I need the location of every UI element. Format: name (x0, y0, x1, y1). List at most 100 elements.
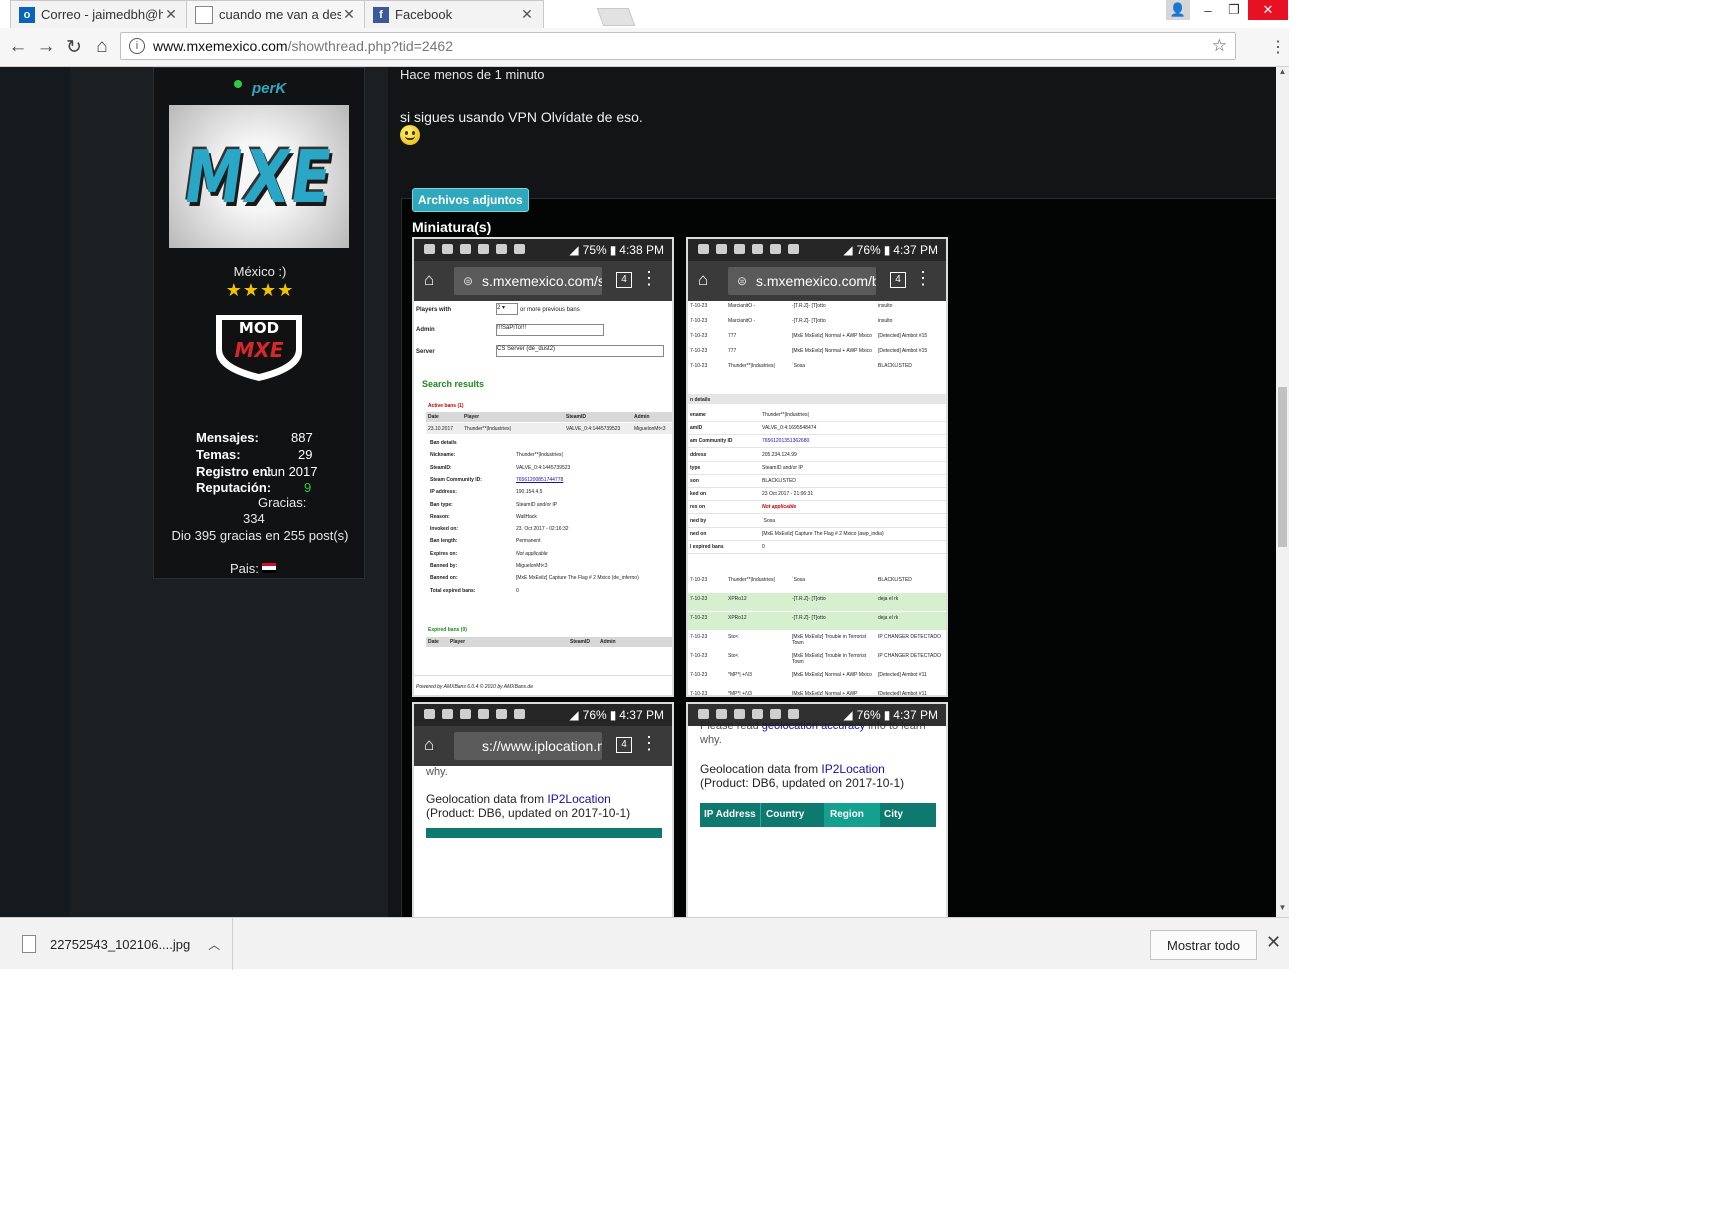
tab-facebook[interactable]: f Facebook ✕ (364, 0, 544, 28)
detail-value: BLACKLISTED (762, 478, 796, 484)
menu-icon: ⋮ (640, 733, 658, 753)
minimize-icon[interactable]: – (1196, 0, 1220, 20)
detail-label: Ban type: (430, 501, 453, 508)
reload-icon[interactable]: ↻ (62, 35, 86, 59)
row-date: 7-10-23 (690, 577, 708, 583)
mobile-url: ⊜ s.mxemexico.com/sea (454, 267, 602, 295)
row-admin: -[T.R.Z]- [T]otto (792, 596, 826, 602)
battery-level: 76% (856, 243, 881, 257)
username-link[interactable]: perK (252, 80, 286, 97)
show-all-button[interactable]: Mostrar todo (1150, 930, 1257, 960)
row-player: Sto< (728, 634, 739, 640)
details-header (688, 394, 946, 404)
address-bar[interactable]: i www.mxemexico.com/showthread.php?tid=2… (120, 32, 1236, 60)
battery-level: 76% (582, 708, 607, 722)
chevron-up-icon[interactable]: ︿ (208, 936, 220, 953)
user-avatar[interactable]: MXE (169, 105, 349, 248)
close-tab-icon[interactable]: ✕ (519, 6, 535, 23)
divider (414, 675, 672, 676)
row-player: 777 (728, 333, 737, 339)
row-date: 7-10-23 (690, 691, 708, 697)
scroll-up-icon[interactable]: ▲ (1276, 67, 1289, 76)
details-title: n details (690, 397, 711, 403)
geo-source-line: Geolocation data from IP2Location (426, 792, 611, 806)
tab-outlook[interactable]: o Correo - jaimedbh@hotm ✕ (10, 0, 188, 28)
attachment-thumbnail[interactable]: ◢ 76% ▮ 4:37 PM ⌂ ⊜ s.mxemexico.com/ban 4… (686, 237, 948, 697)
row-reason: IP CHANGER DETECTADO (878, 634, 941, 640)
forward-icon[interactable]: → (34, 35, 58, 59)
mobile-chrome-bar: ⌂ ⊜ s.mxemexico.com/sea 4 ⋮ (414, 261, 672, 301)
tab-thread[interactable]: cuando me van a desban ✕ (186, 0, 366, 28)
browser-toolbar: ← → ↻ ⌂ i www.mxemexico.com/showthread.p… (0, 28, 1289, 67)
stat-value-reputation[interactable]: 9 (304, 480, 311, 495)
detail-row (688, 488, 946, 502)
admin-select: !!!SaPiTo!!! (496, 324, 604, 336)
thanks-value: 334 (243, 511, 265, 526)
stat-label-threads: Temas: (196, 447, 241, 462)
filter-text: or more previous bans (520, 307, 580, 313)
detail-row (688, 501, 946, 515)
mobile-url-text: s://www.iplocation.net (482, 738, 602, 754)
close-icon[interactable]: ✕ (1266, 932, 1281, 953)
col-head: SteamID (570, 639, 591, 645)
home-icon[interactable]: ⌂ (90, 35, 114, 59)
close-tab-icon[interactable]: ✕ (163, 6, 179, 23)
detail-row (688, 475, 946, 488)
scroll-down-icon[interactable]: ▼ (1276, 903, 1289, 912)
scroll-thumb[interactable] (1278, 387, 1287, 547)
detail-label: Banned by: (430, 563, 458, 569)
page-scrollbar[interactable]: ▲ ▼ (1276, 67, 1289, 917)
download-filename: 22752543_102106....jpg (50, 936, 191, 952)
page-icon (195, 5, 213, 24)
detail-value: 205.234.124.99 (762, 451, 797, 458)
info-icon[interactable]: i (129, 38, 145, 54)
lock-icon: ⊜ (462, 274, 474, 288)
page-text: why. (426, 766, 448, 778)
attachment-thumbnail[interactable]: ◢ 76% ▮ 4:37 PM ⌂ s://www.iplocation.net… (412, 702, 674, 917)
download-item[interactable]: 22752543_102106....jpg ︿ (10, 918, 233, 970)
geo-source-line: Geolocation data from IP2Location (700, 762, 885, 776)
battery-icon: ▮ (609, 243, 617, 257)
detail-label: son (690, 478, 699, 484)
detail-label: ned on (690, 530, 707, 537)
menu-icon[interactable]: ⋮ (1266, 35, 1290, 59)
row-player: *MP*| +/\/3 (728, 672, 752, 678)
mobile-url-text: s.mxemexico.com/sea (482, 273, 602, 289)
row-player: XPRo12 (728, 596, 747, 602)
attachment-thumbnail[interactable]: Please read geolocation accuracy info to… (686, 702, 948, 917)
url-host: www.mxemexico.com (153, 38, 288, 54)
row-reason: [Detected] Aimbot #11 (878, 672, 927, 678)
detail-value: VALVE_0:4:1695548474 (762, 425, 817, 432)
detail-value: Not applicable (516, 550, 548, 557)
row-reason: insulto (878, 303, 893, 309)
attachment-thumbnail[interactable]: ◢ 75% ▮ 4:38 PM ⌂ ⊜ s.mxemexico.com/sea 4… (412, 237, 674, 697)
back-icon[interactable]: ← (6, 35, 30, 59)
attachments-panel: Archivos adjuntos Miniatura(s) ◢ 75% ▮ 4… (401, 188, 1276, 917)
close-window-icon[interactable]: ✕ (1248, 0, 1288, 20)
phone-status-bar: ◢ 76% ▮ 4:37 PM (688, 704, 946, 726)
stat-label-registered: Registro en: (196, 464, 272, 479)
row-admin: `Sosa (792, 577, 806, 583)
detail-row (688, 449, 946, 462)
status-time: 4:37 PM (893, 243, 938, 257)
ban-cell: VALVE_0:4:1445739523 (566, 426, 621, 432)
tab-count-icon: 4 (616, 737, 632, 753)
star-icon[interactable]: ☆ (1212, 36, 1227, 56)
detail-value: 0 (516, 587, 519, 594)
col-head: Admin (634, 414, 650, 420)
user-profile-box: perK MXE México :) ★★★★ MOD MXE Mensajes… (153, 67, 365, 579)
restore-icon[interactable]: ❐ (1222, 0, 1246, 20)
tab-title: cuando me van a desban (219, 7, 341, 22)
new-tab-button[interactable] (596, 8, 636, 26)
detail-label: Total expired bans: (430, 587, 476, 594)
row-reason: BLACKLISTED (878, 363, 912, 369)
detail-value: 0 (762, 544, 765, 550)
close-tab-icon[interactable]: ✕ (341, 6, 357, 23)
battery-level: 75% (582, 243, 607, 257)
outlook-icon: o (19, 6, 35, 23)
detail-value: 23. Oct 2017 - 02:16:32 (516, 526, 569, 533)
row-player: MarcianitO - (728, 303, 756, 309)
profile-icon[interactable]: 👤 (1166, 0, 1190, 20)
detail-label: Nickname: (430, 452, 456, 459)
home-icon: ⌂ (698, 270, 709, 289)
